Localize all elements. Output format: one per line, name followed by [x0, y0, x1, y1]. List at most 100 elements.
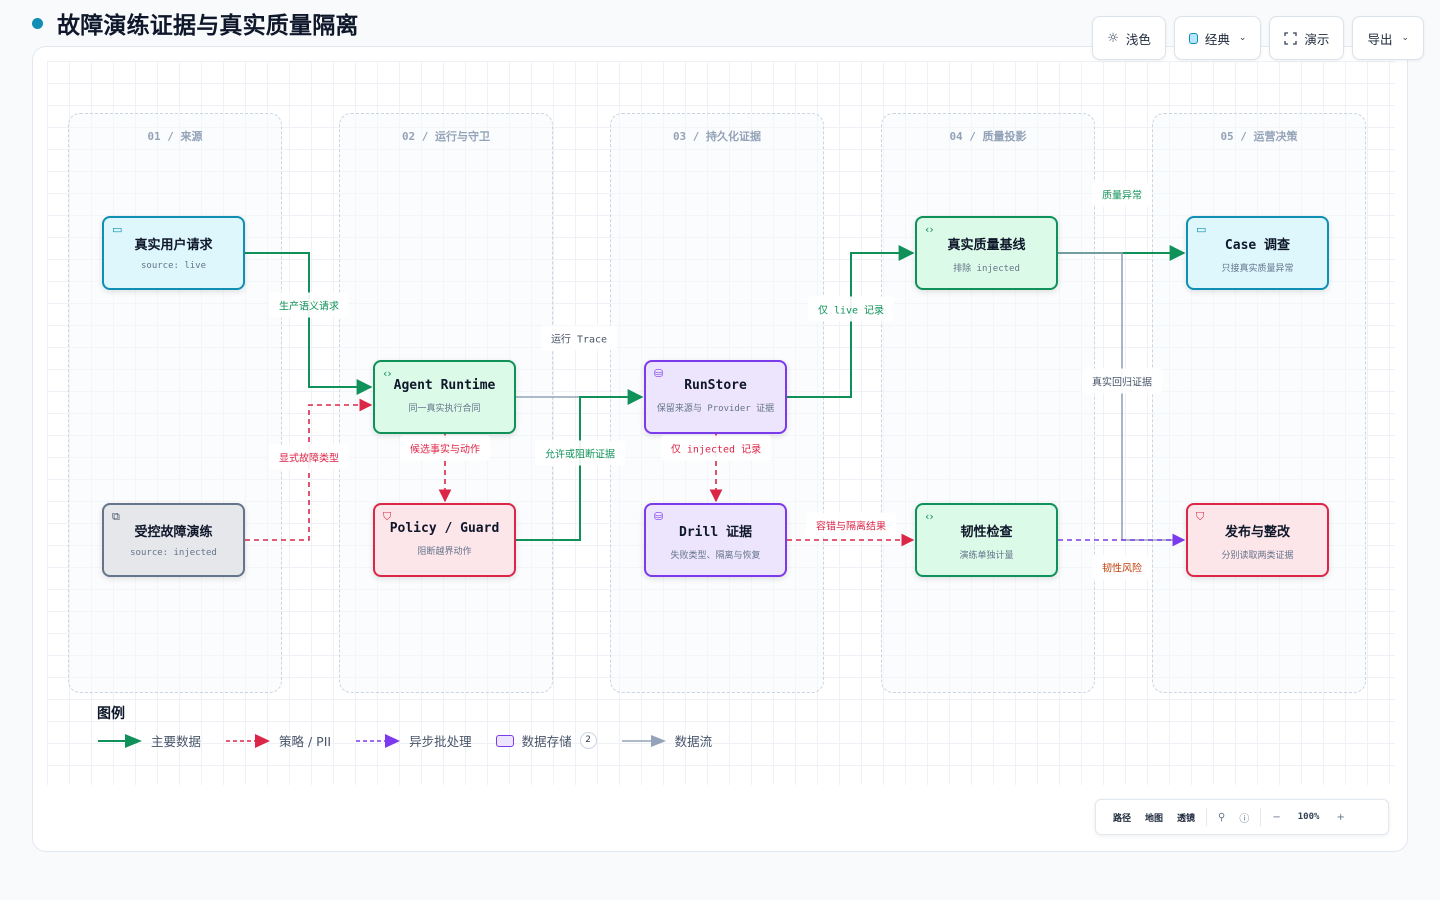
style-swatch-icon [1188, 32, 1198, 44]
edge-drill-to-runtime [245, 398, 373, 541]
node-subtitle: 排除 injected [953, 264, 1020, 274]
code-icon: ‹› [383, 367, 392, 380]
zoom-toolbar: 路径 地图 透镜 ⚲ ⓘ − 100% + [1095, 799, 1389, 835]
help-icon[interactable]: ⓘ [1232, 810, 1256, 825]
shield-icon: ⛉ [383, 510, 392, 523]
export-button[interactable]: 导出 ⌄ [1352, 16, 1424, 60]
legend-label: 主要数据 [151, 734, 202, 749]
title-dot [32, 17, 43, 29]
node-subtitle: 阻断越界动作 [417, 547, 472, 557]
edge-label: 真实回归证据 [1082, 368, 1162, 394]
zoom-out-button[interactable]: − [1265, 812, 1287, 823]
node-title: Policy / Guard [389, 521, 500, 536]
export-button-label: 导出 [1367, 31, 1393, 47]
edge-label: 质量异常 [1092, 181, 1152, 207]
window-icon: ▭ [1196, 223, 1207, 236]
legend-item-async: 异步批处理 [355, 731, 472, 750]
legend-item-flow: 数据流 [621, 731, 713, 750]
node-title: Case 调查 [1224, 238, 1291, 253]
node-title: 真实质量基线 [947, 238, 1026, 253]
present-button-label: 演示 [1304, 31, 1330, 47]
legend-item-storage: 数据存储 2 [495, 731, 597, 750]
edge-guard-to-runstore [516, 389, 644, 541]
node-title: RunStore [684, 378, 747, 393]
node-title: 发布与整改 [1224, 525, 1290, 540]
node-title: Agent Runtime [393, 378, 496, 393]
present-button[interactable]: 演示 [1269, 16, 1345, 60]
style-select[interactable]: 经典 ⌄ [1173, 16, 1262, 60]
edge-label: 候选事实与动作 [400, 435, 490, 461]
style-select-label: 经典 [1204, 31, 1230, 47]
page-title: 故障演练证据与真实质量隔离 [57, 13, 359, 39]
node-agent-runtime[interactable]: ‹› Agent Runtime 同一真实执行合同 [373, 360, 516, 434]
legend-label: 策略 / PII [279, 734, 332, 749]
node-real-request[interactable]: ▭ 真实用户请求 source: live [102, 216, 245, 290]
search-icon[interactable]: ⚲ [1211, 812, 1232, 823]
window-icon: ▭ [112, 223, 123, 236]
node-quality-baseline[interactable]: ‹› 真实质量基线 排除 injected [915, 216, 1058, 290]
legend-row: 主要数据 策略 / PII 异步批处理 数据存储 2 数据流 [97, 731, 712, 750]
node-subtitle: 分别读取两类证据 [1221, 551, 1294, 561]
path-toggle[interactable]: 路径 [1106, 811, 1138, 824]
chevron-down-icon: ⌄ [1401, 33, 1409, 43]
divider [1206, 808, 1208, 826]
map-toggle[interactable]: 地图 [1138, 811, 1170, 824]
node-fault-drill[interactable]: ⧉ 受控故障演练 source: injected [102, 503, 245, 577]
dashed-purple-arrow-icon [356, 733, 401, 748]
node-title: 韧性检查 [960, 525, 1013, 540]
edge-runstore-to-baseline [787, 245, 915, 398]
node-title: Drill 证据 [679, 525, 752, 540]
edge-request-to-runtime [245, 252, 373, 395]
edge-label: 显式故障类型 [269, 444, 349, 470]
node-policy-guard[interactable]: ⛉ Policy / Guard 阻断越界动作 [373, 503, 516, 577]
node-case-investigation[interactable]: ▭ Case 调查 只接真实质量异常 [1186, 216, 1329, 290]
legend-label: 数据流 [674, 734, 713, 749]
node-subtitle: 失败类型、隔离与恢复 [670, 551, 761, 561]
edge-label: 韧性风险 [1092, 554, 1152, 580]
legend-title: 图例 [97, 706, 125, 722]
chevron-down-icon: ⌄ [1238, 33, 1247, 43]
node-subtitle: 同一真实执行合同 [408, 404, 481, 414]
solid-green-arrow-icon [98, 733, 142, 748]
zoom-in-button[interactable]: + [1329, 812, 1351, 823]
node-runstore[interactable]: ⛁ RunStore 保留来源与 Provider 证据 [644, 360, 787, 434]
edge-label: 仅 live 记录 [807, 296, 895, 322]
theme-button[interactable]: ☼ 浅色 [1092, 16, 1166, 60]
node-drill-evidence[interactable]: ⛁ Drill 证据 失败类型、隔离与恢复 [644, 503, 787, 577]
legend-item-policy: 策略 / PII [225, 731, 331, 750]
database-icon: ⛁ [654, 367, 664, 380]
node-subtitle: source: injected [130, 548, 217, 558]
toolbar: ☼ 浅色 经典 ⌄ 演示 导出 ⌄ [1092, 16, 1424, 60]
edge-label: 仅 injected 记录 [660, 435, 772, 461]
shield-icon: ⛉ [1196, 510, 1205, 523]
edge-label: 允许或阻断证据 [535, 440, 625, 466]
lens-toggle[interactable]: 透镜 [1170, 811, 1202, 824]
zoom-level: 100% [1297, 812, 1320, 822]
storage-chip-icon [495, 734, 514, 747]
sun-icon: ☼ [1107, 30, 1119, 46]
dashed-red-arrow-icon [226, 733, 271, 748]
gray-arrow-icon [621, 734, 666, 747]
node-subtitle: 只接真实质量异常 [1221, 264, 1294, 274]
edge-baseline-to-release [1058, 252, 1184, 541]
node-subtitle: 演练单独计量 [959, 551, 1014, 561]
node-title: 真实用户请求 [134, 238, 213, 253]
page-header: 故障演练证据与真实质量隔离 [32, 6, 359, 40]
edge-label: 容错与隔离结果 [806, 512, 896, 538]
code-icon: ‹› [925, 510, 934, 523]
legend-label: 异步批处理 [409, 734, 472, 749]
node-resilience-check[interactable]: ‹› 韧性检查 演练单独计量 [915, 503, 1058, 577]
database-icon: ⛁ [654, 510, 664, 523]
legend-item-primary: 主要数据 [97, 731, 201, 750]
external-link-icon: ⧉ [112, 510, 120, 523]
fullscreen-icon [1284, 31, 1298, 45]
storage-count-badge: 2 [579, 732, 597, 749]
diagram-canvas[interactable]: 01 / 来源 02 / 运行与守卫 03 / 持久化证据 04 / 质量投影 … [32, 46, 1408, 852]
legend-label: 数据存储 [521, 734, 572, 749]
code-icon: ‹› [925, 223, 934, 236]
divider [1260, 808, 1262, 826]
node-subtitle: 保留来源与 Provider 证据 [656, 404, 775, 414]
edge-label: 生产语义请求 [269, 292, 349, 318]
node-release-fix[interactable]: ⛉ 发布与整改 分别读取两类证据 [1186, 503, 1329, 577]
theme-button-label: 浅色 [1125, 31, 1151, 47]
